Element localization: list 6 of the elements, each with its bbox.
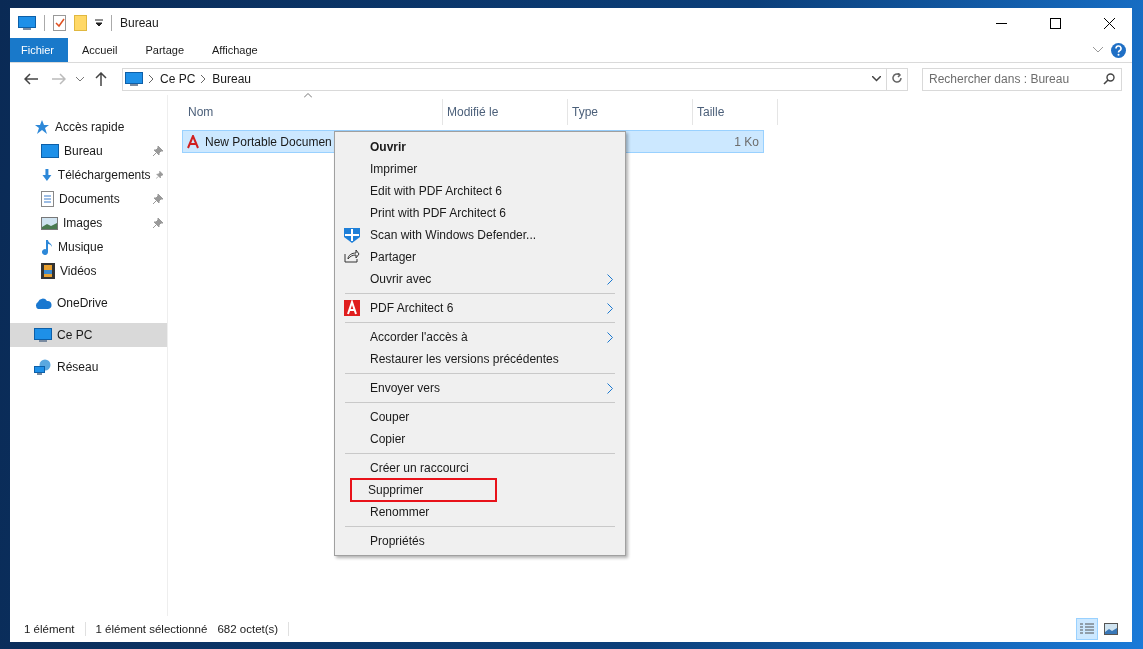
item-count: 1 élément bbox=[24, 623, 75, 635]
selection-size: 682 octet(s) bbox=[217, 623, 279, 635]
file-size: 1 Ko bbox=[734, 134, 759, 149]
file-name: New Portable Documen bbox=[205, 134, 332, 149]
selection-info: 1 élément sélectionné bbox=[95, 623, 208, 635]
window-title: Bureau bbox=[120, 16, 160, 30]
